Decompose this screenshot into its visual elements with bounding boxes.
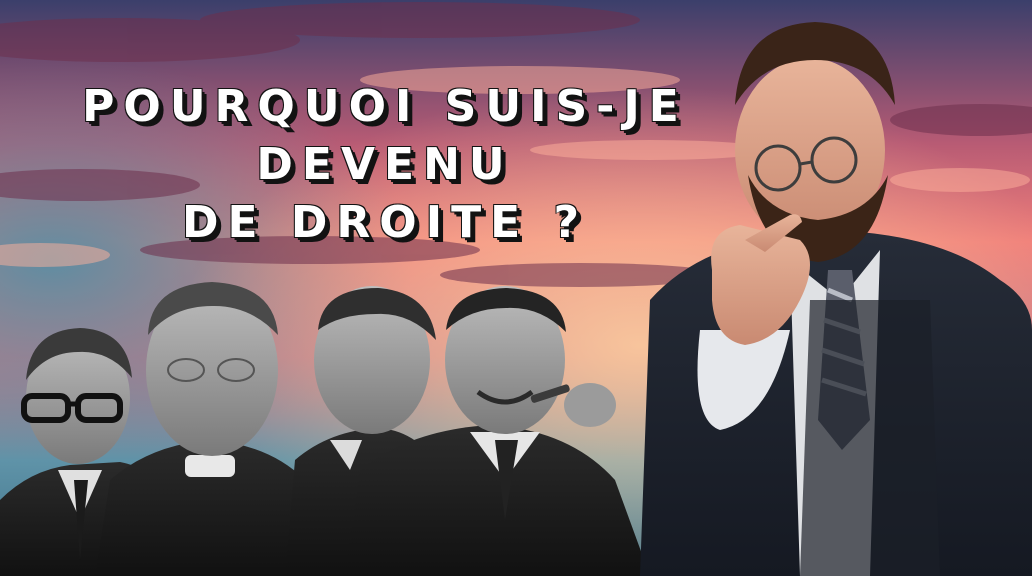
title-line-2: DEVENU bbox=[256, 139, 514, 190]
portrait-priest bbox=[95, 282, 320, 576]
title-line-1: POURQUOI SUIS-JE bbox=[82, 81, 688, 132]
thumbnail-title: POURQUOI SUIS-JE DEVENU DE DROITE ? bbox=[40, 78, 730, 252]
title-line-3: DE DROITE ? bbox=[182, 197, 588, 248]
video-thumbnail: POURQUOI SUIS-JE DEVENU DE DROITE ? bbox=[0, 0, 1032, 576]
